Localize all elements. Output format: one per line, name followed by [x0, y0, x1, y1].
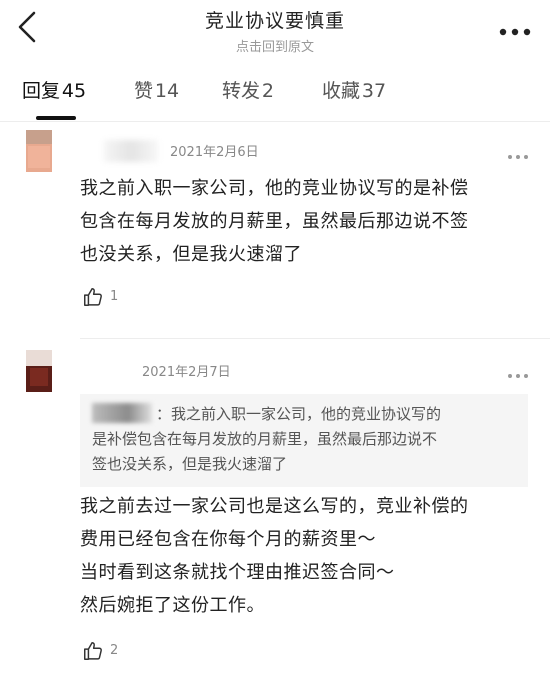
quote-line: 是补偿包含在每月发放的月薪里，虽然最后那边说不	[92, 430, 438, 448]
quoted-username-redacted	[92, 403, 152, 423]
tab-count: 37	[361, 80, 387, 102]
back-to-original-link[interactable]: 点击回到原文	[0, 36, 550, 55]
comment-date: 2021年2月7日	[142, 365, 231, 380]
more-horizontal-icon	[508, 374, 528, 378]
avatar[interactable]	[26, 130, 52, 172]
page-title: 竞业协议要慎重	[204, 10, 345, 32]
text-line: 包含在每月发放的月薪里，虽然最后那边说不签	[80, 211, 469, 232]
quote-text: ：我之前入职一家公司，他的竞业协议写的	[156, 405, 442, 423]
comment-item: 2021年2月7日 ：我之前入职一家公司，他的竞业协议写的 是补偿包含在每月发放…	[0, 346, 550, 676]
tab-label: 收藏	[322, 80, 361, 102]
tab-label: 赞	[134, 80, 154, 102]
tab-bar: 回复 45 赞 14 转发 2 收藏 37	[0, 76, 550, 122]
like-button[interactable]: 2	[82, 640, 118, 664]
like-count: 2	[110, 643, 119, 658]
tab-likes[interactable]: 赞 14	[134, 76, 179, 103]
more-horizontal-icon	[508, 155, 528, 159]
thumbs-up-icon	[84, 288, 102, 306]
text-line: 我之前去过一家公司也是这么写的，竞业补偿的	[80, 496, 469, 517]
tab-reposts[interactable]: 转发 2	[222, 76, 274, 103]
comment-more-button[interactable]	[506, 365, 530, 378]
more-options-button[interactable]	[498, 22, 532, 36]
tab-replies[interactable]: 回复 45	[22, 76, 86, 103]
top-nav-bar: 竞业协议要慎重 点击回到原文	[0, 0, 550, 66]
tab-count: 14	[154, 80, 180, 102]
divider	[80, 338, 550, 339]
more-horizontal-icon	[499, 28, 531, 36]
avatar[interactable]	[26, 350, 52, 392]
comment-item: 2021年2月6日 我之前入职一家公司，他的竞业协议写的是补偿 包含在每月发放的…	[0, 130, 550, 339]
tab-label: 回复	[22, 80, 61, 102]
tab-count: 45	[61, 80, 87, 102]
tab-favorites[interactable]: 收藏 37	[322, 76, 386, 103]
thumbs-up-icon	[84, 642, 102, 660]
text-line: 我之前入职一家公司，他的竞业协议写的是补偿	[80, 178, 469, 199]
comment-more-button[interactable]	[506, 146, 530, 159]
like-button[interactable]: 1	[82, 286, 118, 310]
comment-date: 2021年2月6日	[170, 145, 259, 160]
active-tab-indicator	[36, 116, 76, 120]
comment-text: 我之前入职一家公司，他的竞业协议写的是补偿 包含在每月发放的月薪里，虽然最后那边…	[80, 172, 530, 271]
quote-line: 签也没关系，但是我火速溜了	[92, 455, 288, 473]
comment-text: 我之前去过一家公司也是这么写的，竞业补偿的 费用已经包含在你每个月的薪资里～ 当…	[80, 490, 530, 622]
text-line: 费用已经包含在你每个月的薪资里～	[80, 529, 376, 550]
text-line: 然后婉拒了这份工作。	[80, 595, 265, 616]
quote-line: ：我之前入职一家公司，他的竞业协议写的	[92, 402, 516, 427]
tab-count: 2	[261, 80, 275, 102]
text-line: 也没关系，但是我火速溜了	[80, 244, 302, 265]
title-block[interactable]: 竞业协议要慎重 点击回到原文	[0, 6, 550, 55]
text-line: 当时看到这条就找个理由推迟签合同～	[80, 562, 395, 583]
like-count: 1	[110, 289, 119, 304]
quoted-reply[interactable]: ：我之前入职一家公司，他的竞业协议写的 是补偿包含在每月发放的月薪里，虽然最后那…	[80, 394, 528, 487]
username-redacted	[104, 140, 158, 162]
tab-label: 转发	[222, 80, 261, 102]
